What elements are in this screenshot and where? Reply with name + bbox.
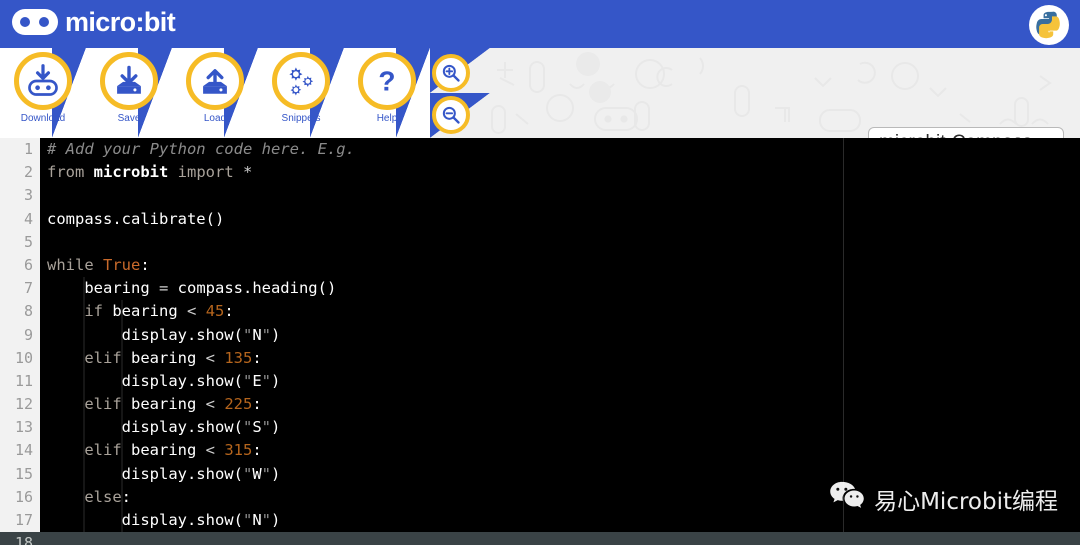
- save-button[interactable]: Save: [86, 48, 172, 138]
- line-number: 18: [0, 532, 40, 545]
- code-row-active[interactable]: 18: [0, 532, 1080, 545]
- zoom-out-icon[interactable]: [432, 96, 470, 134]
- watermark-text: 易心Microbit编程: [874, 489, 1058, 515]
- filename-field-wrap: microbit-Compass: [868, 127, 1064, 138]
- code-row[interactable]: 5: [0, 230, 1080, 254]
- load-button-label: Load: [203, 113, 227, 124]
- line-content: [40, 184, 1080, 207]
- wechat-icon: [829, 481, 865, 517]
- download-button[interactable]: Download: [0, 48, 86, 138]
- line-number: 8: [0, 300, 40, 324]
- microbit-face-icon: [12, 9, 58, 35]
- toolbar-buttons: Download Save Load Snippets ? Help: [0, 48, 490, 138]
- line-content: if bearing < 45:: [84, 302, 234, 321]
- save-button-label: Save: [117, 113, 141, 124]
- code-row[interactable]: 11 display.show("E"): [0, 369, 1080, 394]
- watermark: 易心Microbit编程: [829, 481, 1058, 517]
- help-button[interactable]: ? Help: [344, 48, 430, 138]
- line-number: 7: [0, 277, 40, 301]
- load-upload-icon: [186, 52, 244, 110]
- line-content: display.show("N"): [47, 325, 281, 344]
- gears-icon: [272, 52, 330, 110]
- line-number: 4: [0, 207, 40, 231]
- help-button-label: Help: [376, 113, 398, 124]
- code-row[interactable]: 6 while True:: [0, 253, 1080, 278]
- code-row[interactable]: 10 elif bearing < 135:: [0, 346, 1080, 370]
- line-number: 3: [0, 184, 40, 208]
- code-row[interactable]: 1 # Add your Python code here. E.g.: [0, 138, 1080, 162]
- line-number: 17: [0, 509, 40, 533]
- question-mark-icon: ?: [358, 52, 416, 110]
- zoom-controls: [430, 48, 490, 138]
- line-content: elif bearing < 225:: [84, 395, 262, 414]
- snippets-button[interactable]: Snippets: [258, 48, 344, 138]
- code-row[interactable]: 3: [0, 184, 1080, 208]
- code-row[interactable]: 8 if bearing < 45:: [0, 300, 1080, 324]
- code-row[interactable]: 14 elif bearing < 315:: [0, 439, 1080, 463]
- line-content: display.show("S"): [47, 418, 281, 437]
- line-number: 10: [0, 346, 40, 370]
- save-download-icon: [100, 52, 158, 110]
- line-content: elif bearing < 135:: [84, 348, 262, 367]
- line-number: 16: [0, 485, 40, 509]
- code-row[interactable]: 9 display.show("N"): [0, 323, 1080, 347]
- toolbar: Download Save Load Snippets ? Help: [0, 48, 1080, 138]
- filename-input[interactable]: microbit-Compass: [868, 127, 1064, 138]
- line-content: while True:: [47, 255, 150, 274]
- svg-text:?: ?: [378, 65, 395, 96]
- line-number: 12: [0, 393, 40, 417]
- line-number: 11: [0, 369, 40, 394]
- python-logo-icon: [1029, 5, 1069, 45]
- line-content: display.show("E"): [47, 371, 281, 390]
- line-content: [40, 231, 1080, 254]
- line-content: [40, 532, 1080, 545]
- zoom-in-icon[interactable]: [432, 54, 470, 92]
- line-number: 2: [0, 161, 40, 185]
- line-number: 14: [0, 439, 40, 463]
- app-header: micro:bit: [0, 0, 1080, 48]
- code-row[interactable]: 13 display.show("S"): [0, 416, 1080, 440]
- snippets-button-label: Snippets: [281, 113, 321, 124]
- code-row[interactable]: 2 from microbit import *: [0, 161, 1080, 185]
- line-content: from microbit import *: [47, 163, 253, 182]
- line-number: 5: [0, 230, 40, 254]
- line-number: 13: [0, 416, 40, 440]
- line-number: 15: [0, 462, 40, 486]
- code-row[interactable]: 7 bearing = compass.heading(): [0, 277, 1080, 301]
- line-content: bearing = compass.heading(): [47, 279, 337, 298]
- line-content: # Add your Python code here. E.g.: [47, 140, 355, 158]
- line-number: 6: [0, 253, 40, 278]
- code-row[interactable]: 12 elif bearing < 225:: [0, 393, 1080, 417]
- line-content: elif bearing < 315:: [84, 441, 262, 460]
- code-editor[interactable]: 1 # Add your Python code here. E.g. 2 fr…: [0, 138, 1080, 545]
- download-button-label: Download: [20, 113, 66, 124]
- brand: micro:bit: [12, 7, 176, 37]
- brand-label: micro:bit: [65, 7, 176, 37]
- line-content: compass.calibrate(): [47, 209, 225, 228]
- download-microbit-icon: [14, 52, 72, 110]
- line-number: 9: [0, 323, 40, 347]
- code-row[interactable]: 4 compass.calibrate(): [0, 207, 1080, 231]
- load-button[interactable]: Load: [172, 48, 258, 138]
- line-number: 1: [0, 138, 40, 162]
- microbit-python-editor: micro:bit Download Save Load Snippets ? …: [0, 0, 1080, 545]
